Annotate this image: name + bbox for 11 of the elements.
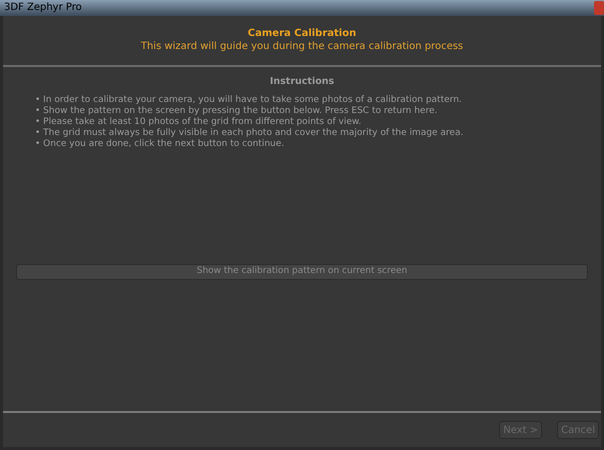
wizard-title: Camera Calibration bbox=[248, 27, 356, 40]
instruction-line: • Show the pattern on the screen by pressing the button below. Press ESC to return here. bbox=[35, 106, 438, 117]
instructions-heading: Instructions bbox=[270, 75, 334, 89]
instruction-line: • Please take at least 10 photos of the grid from different points of view. bbox=[35, 117, 362, 128]
show-pattern-button[interactable]: Show the calibration pattern on current screen bbox=[16, 264, 588, 280]
window-title: 3DF Zephyr Pro bbox=[4, 3, 82, 13]
instruction-line: • Once you are done, click the next button to continue. bbox=[35, 139, 286, 150]
close-icon[interactable] bbox=[594, 1, 604, 15]
instruction-line: • In order to calibrate your camera, you will have to take some photos of a calibration pattern. bbox=[35, 95, 463, 106]
wizard-subtitle: This wizard will guide you during the camera calibration process bbox=[140, 40, 464, 53]
instruction-line: • The grid must always be fully visible in each photo and cover the majority of the image area. bbox=[35, 128, 464, 139]
